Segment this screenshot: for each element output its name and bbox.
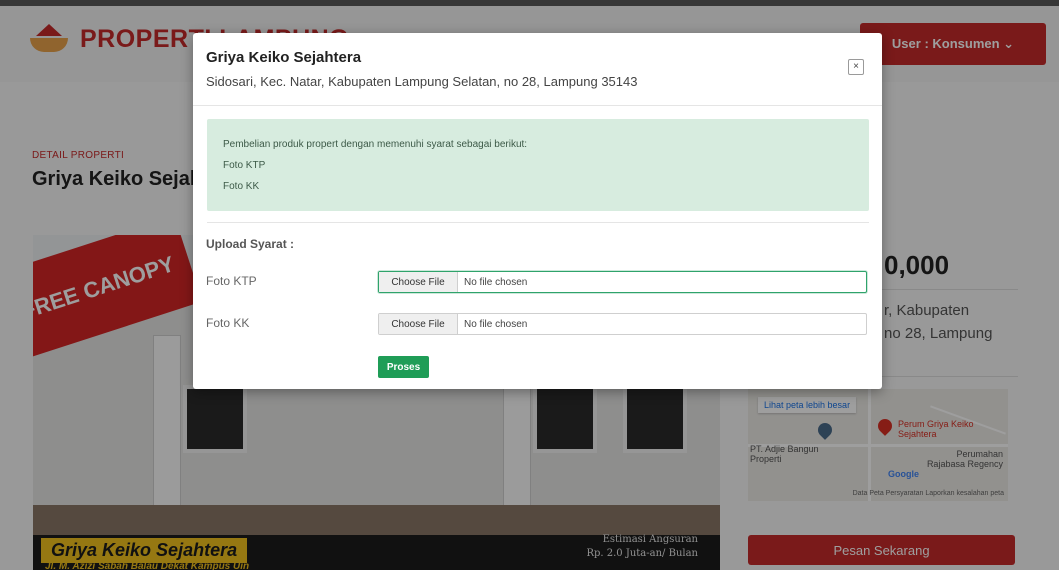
choose-file-button[interactable]: Choose File — [379, 314, 458, 334]
ktp-file-input[interactable]: Choose File No file chosen — [378, 271, 867, 293]
notice-item: Foto KTP — [223, 160, 266, 171]
file-status: No file chosen — [464, 318, 528, 330]
submit-button[interactable]: Proses — [378, 356, 429, 378]
ktp-label: Foto KTP — [206, 274, 257, 288]
file-status: No file chosen — [464, 276, 528, 288]
notice-item: Foto KK — [223, 181, 260, 192]
notice-intro: Pembelian produk propert dengan memenuhi… — [223, 139, 528, 150]
modal-header: Griya Keiko Sejahtera Sidosari, Kec. Nat… — [193, 33, 882, 106]
requirements-modal: Griya Keiko Sejahtera Sidosari, Kec. Nat… — [193, 33, 882, 389]
kk-file-input[interactable]: Choose File No file chosen — [378, 313, 867, 335]
close-icon[interactable]: × — [848, 59, 864, 75]
requirements-notice: Pembelian produk propert dengan memenuhi… — [207, 119, 869, 211]
modal-subtitle: Sidosari, Kec. Natar, Kabupaten Lampung … — [206, 74, 638, 89]
upload-heading: Upload Syarat : — [206, 237, 295, 251]
choose-file-button[interactable]: Choose File — [379, 272, 458, 292]
divider — [207, 222, 869, 223]
kk-label: Foto KK — [206, 316, 250, 330]
modal-title: Griya Keiko Sejahtera — [206, 49, 362, 66]
